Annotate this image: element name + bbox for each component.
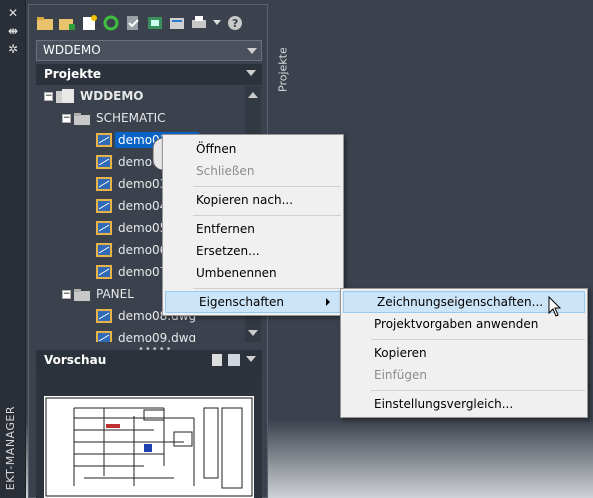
open-project-icon[interactable] <box>36 14 54 32</box>
menu-item-paste[interactable]: Einfügen <box>341 365 587 387</box>
palette-title: EKT-MANAGER <box>4 405 17 490</box>
preview-header-label: Vorschau <box>44 353 107 367</box>
help-icon[interactable]: ? <box>226 14 244 32</box>
menu-item-copy-to[interactable]: Kopieren nach... <box>163 190 343 212</box>
update-icon[interactable] <box>124 14 142 32</box>
new-drawing-icon[interactable] <box>80 14 98 32</box>
tree-item-drawing[interactable]: demo09.dwg <box>96 328 199 342</box>
tree-item-label: WDDEMO <box>80 89 144 103</box>
collapse-icon[interactable]: − <box>62 113 71 123</box>
project-task-icon[interactable] <box>146 14 164 32</box>
toolbar: ? <box>36 10 244 36</box>
tree-item-label: demo09.dwg <box>118 331 197 342</box>
project-select-value: WDDEMO <box>43 43 101 57</box>
reports-icon[interactable] <box>168 14 186 32</box>
refresh-icon[interactable] <box>102 14 120 32</box>
plot-dropdown-icon[interactable] <box>212 14 222 32</box>
schematic-thumbnail <box>45 397 253 497</box>
menu-item-replace[interactable]: Ersetzen... <box>163 241 343 263</box>
tree-item-label: PANEL <box>96 287 134 301</box>
scroll-down-icon[interactable] <box>248 330 258 336</box>
chevron-down-icon <box>247 48 257 54</box>
preview-details-icon[interactable] <box>212 354 222 366</box>
tree-item-folder[interactable]: − PANEL <box>62 284 137 304</box>
project-select[interactable]: WDDEMO <box>36 40 262 61</box>
drawing-icon <box>96 133 112 147</box>
context-menu: Öffnen Schließen Kopieren nach... Entfer… <box>162 134 344 316</box>
drawing-preview-image <box>44 396 254 498</box>
menu-item-properties-label: Eigenschaften <box>199 295 285 309</box>
projects-header[interactable]: Projekte <box>36 64 262 85</box>
menu-item-copy[interactable]: Kopieren <box>341 343 587 365</box>
projects-header-label: Projekte <box>44 67 102 81</box>
collapse-icon[interactable]: − <box>62 289 71 299</box>
folder-icon <box>74 288 90 301</box>
menu-item-rename[interactable]: Umbenennen <box>163 263 343 285</box>
tab-projekte[interactable]: Projekte <box>272 40 294 100</box>
menu-separator <box>193 288 341 289</box>
drawing-icon <box>96 177 112 191</box>
autohide-icon[interactable]: ⇹ <box>6 24 20 38</box>
chevron-down-icon <box>246 356 256 362</box>
properties-icon[interactable]: ✲ <box>6 42 20 56</box>
menu-separator <box>193 215 341 216</box>
collapse-icon[interactable]: − <box>44 91 53 101</box>
tree-item-project[interactable]: − WDDEMO <box>44 86 147 106</box>
close-icon[interactable]: ✕ <box>6 6 20 20</box>
tree-item-label: SCHEMATIC <box>96 111 166 125</box>
drawing-icon <box>96 221 112 235</box>
menu-separator <box>371 390 585 391</box>
palette-strip: ✕ ⇹ ✲ EKT-MANAGER <box>0 0 26 498</box>
submenu-arrow-icon <box>326 298 330 306</box>
menu-separator <box>371 339 585 340</box>
drawing-icon <box>96 199 112 213</box>
chevron-down-icon <box>246 70 256 76</box>
menu-item-remove[interactable]: Entfernen <box>163 219 343 241</box>
menu-item-settings-compare[interactable]: Einstellungsvergleich... <box>341 394 587 416</box>
drawing-icon <box>96 309 112 323</box>
plot-icon[interactable] <box>190 14 208 32</box>
menu-separator <box>193 186 341 187</box>
drawing-icon <box>96 243 112 257</box>
menu-item-properties[interactable]: Eigenschaften <box>165 291 341 313</box>
preview-thumbnail-icon[interactable] <box>228 354 240 366</box>
project-icon <box>56 89 74 103</box>
drawing-icon <box>96 155 112 169</box>
preview-header[interactable]: Vorschau <box>36 350 262 371</box>
mouse-cursor-icon <box>548 296 562 317</box>
new-project-icon[interactable] <box>58 14 76 32</box>
drawing-icon <box>96 331 112 342</box>
svg-text:?: ? <box>232 17 238 30</box>
menu-item-close[interactable]: Schließen <box>163 161 343 183</box>
menu-item-open[interactable]: Öffnen <box>163 139 343 161</box>
scroll-up-icon[interactable] <box>248 92 258 98</box>
folder-icon <box>74 112 90 125</box>
tree-item-folder[interactable]: − SCHEMATIC <box>62 108 168 128</box>
drawing-icon <box>96 265 112 279</box>
